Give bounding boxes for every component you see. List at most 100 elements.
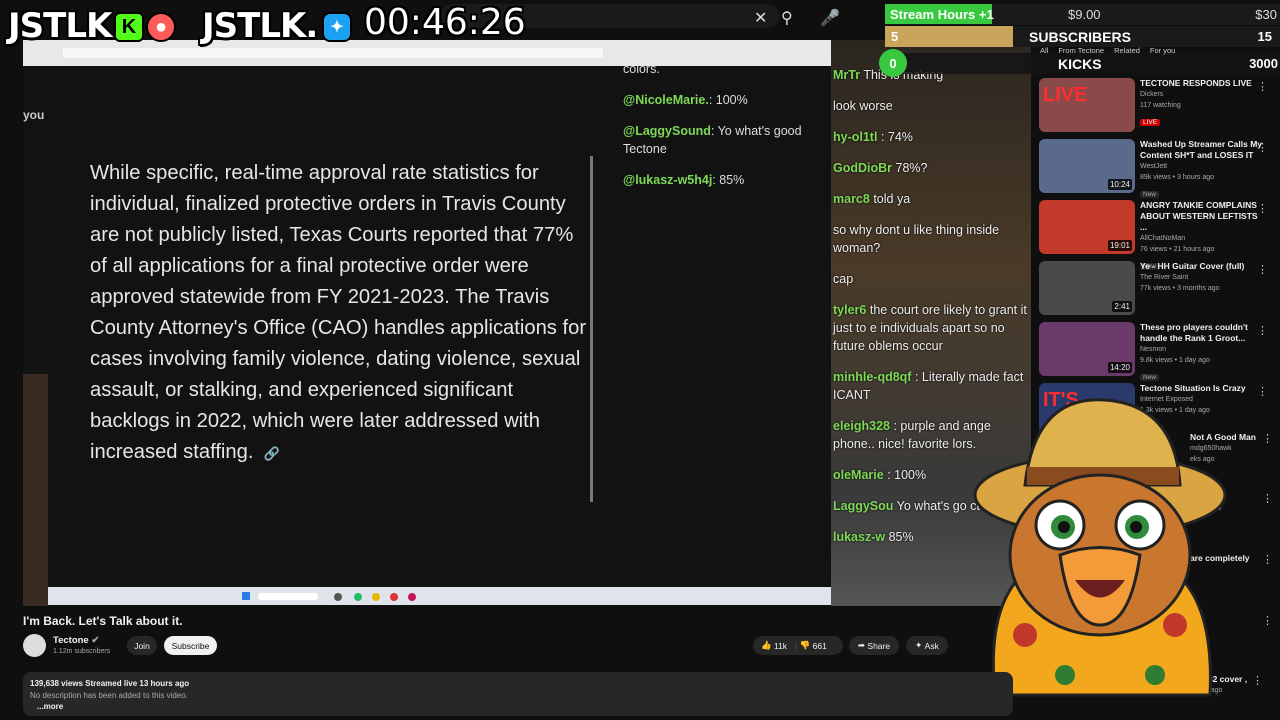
chat-overlay-message: look worse <box>833 97 1029 115</box>
chat-text: : 85% <box>712 173 745 187</box>
recommendation-title: ANGRY TANKIE COMPLAINS ABOUT WESTERN LEF… <box>1140 200 1258 232</box>
video-thumbnail[interactable]: 2:41 <box>1039 261 1135 315</box>
chat-overlay-message: GodDioBr 78%? <box>833 159 1029 177</box>
thumbs-up-icon[interactable]: 👍 <box>761 640 772 651</box>
video-thumbnail[interactable]: 19:01 <box>1039 200 1135 254</box>
side-chat-message: @LaggySound: Yo what's good Tectone <box>623 122 823 158</box>
recommendation-item[interactable]: 10:24 Washed Up Streamer Calls My Content… <box>1039 139 1280 200</box>
side-chat-message: @NicoleMarie.: 100% <box>623 91 823 109</box>
subs-goal: 15 <box>1257 29 1272 44</box>
channel-subscribers: 1.12m subscribers <box>53 648 111 655</box>
share-icon: ➦ <box>857 640 866 650</box>
recommendation-channel: The River Saint <box>1140 274 1189 281</box>
share-button[interactable]: ➦ Share <box>849 636 899 655</box>
thumbs-down-icon[interactable]: 👎 <box>800 640 811 651</box>
recommendation-title: These pro players couldn't handle the Ra… <box>1140 322 1248 343</box>
filter-chip[interactable]: From Tectone <box>1058 46 1104 55</box>
chat-username: @NicoleMarie. <box>623 93 709 107</box>
recommendation-info: TECTONE RESPONDS LIVE Dickers 117 watching… <box>1140 78 1265 139</box>
recommendation-title: Ye - HH Guitar Cover (full) <box>1140 261 1245 271</box>
recommendation-filters: All From Tectone Related For you <box>1040 46 1175 55</box>
filter-chip[interactable]: All <box>1040 46 1048 55</box>
mic-icon[interactable]: 🎤 <box>820 8 840 28</box>
recommendation-item[interactable]: LIVE TECTONE RESPONDS LIVE Dickers 117 watc… <box>1039 78 1280 139</box>
video-duration: 2:41 <box>1112 301 1132 312</box>
show-more-link[interactable]: ...more <box>37 701 1006 713</box>
kicks-count: 0 <box>879 49 907 77</box>
twitter-icon: ✦ <box>322 12 352 42</box>
description-text: No description has been added to this vi… <box>30 690 188 700</box>
video-player[interactable]: you While specific, real-time approval r… <box>23 40 831 606</box>
subscribe-button[interactable]: Subscribe <box>164 636 217 655</box>
chat-text: colors. <box>623 62 660 76</box>
chat-username: GodDioBr <box>833 161 893 175</box>
price-mid: $9.00 <box>1068 7 1101 22</box>
recommendation-info: These pro players couldn't handle the Ra… <box>1140 322 1265 383</box>
recommendation-meta: 77k views • 3 months ago <box>1140 285 1220 292</box>
chat-text: told ya <box>873 192 911 206</box>
verified-icon: ✔ <box>91 635 100 646</box>
video-thumbnail[interactable]: LIVE <box>1039 78 1135 132</box>
more-options-icon[interactable]: ⋮ <box>1252 674 1263 687</box>
join-button[interactable]: Join <box>127 636 157 655</box>
video-thumbnail[interactable]: 14:20 <box>1039 322 1135 376</box>
like-count: 11k <box>773 640 788 651</box>
subscribers-goal: 5 SUBSCRIBERS 15 <box>885 26 1280 47</box>
chat-username: eleigh328 <box>833 419 890 433</box>
chat-overlay-message: so why dont u like thing inside woman? <box>833 221 1029 257</box>
filter-chip[interactable]: Related <box>1114 46 1140 55</box>
video-description[interactable]: 139,638 views Streamed live 13 hours ago… <box>23 672 1013 716</box>
recommendation-item[interactable]: 2:41 Ye - HH Guitar Cover (full) The River… <box>1039 261 1280 322</box>
kick-badge: K <box>114 12 144 42</box>
more-options-icon[interactable]: ⋮ <box>1257 324 1268 337</box>
recommendation-badge: LIVE <box>1140 119 1161 126</box>
chat-username: @lukasz-w5h4j <box>623 173 713 187</box>
more-options-icon[interactable]: ⋮ <box>1262 432 1273 445</box>
chat-overlay-message: marc8 told ya <box>833 190 1029 208</box>
chat-text: : 100% <box>708 93 748 107</box>
channel-avatar[interactable] <box>23 634 46 657</box>
ask-button[interactable]: ✦ Ask <box>906 636 948 655</box>
chat-text: look worse <box>833 99 893 113</box>
chat-username: marc8 <box>833 192 870 206</box>
more-options-icon[interactable]: ⋮ <box>1262 614 1273 627</box>
video-side-chat: colors. @NicoleMarie.: 100% @LaggySound: Y… <box>623 60 823 202</box>
subs-label: SUBSCRIBERS <box>1029 28 1131 45</box>
recommendation-info: Ye - HH Guitar Cover (full) The River Sai… <box>1140 261 1265 322</box>
recommendation-meta: 89k views • 3 hours ago <box>1140 174 1215 181</box>
chat-username: tyler6 <box>833 303 867 317</box>
recommendation-channel: Dickers <box>1140 91 1164 98</box>
recommendation-info: ANGRY TANKIE COMPLAINS ABOUT WESTERN LEF… <box>1140 200 1265 270</box>
more-options-icon[interactable]: ⋮ <box>1257 80 1268 93</box>
recommendation-title: TECTONE RESPONDS LIVE <box>1140 78 1252 88</box>
recommendation-item[interactable]: 19:01 ANGRY TANKIE COMPLAINS ABOUT WESTER… <box>1039 200 1280 270</box>
dislike-count: 661 <box>812 640 827 651</box>
more-options-icon[interactable]: ⋮ <box>1257 202 1268 215</box>
video-duration: 19:01 <box>1107 240 1132 251</box>
like-dislike-group[interactable]: 👍 11k | 👎 661 <box>753 636 843 655</box>
more-options-icon[interactable]: ⋮ <box>1262 492 1273 505</box>
search-icon[interactable]: ⚲ <box>781 8 793 28</box>
chat-text: cap <box>833 272 854 286</box>
side-chat-message: colors. <box>623 60 823 78</box>
more-options-icon[interactable]: ⋮ <box>1257 141 1268 154</box>
more-options-icon[interactable]: ⋮ <box>1257 263 1268 276</box>
recommendation-info: Washed Up Streamer Calls My Content SH*T… <box>1140 139 1265 200</box>
close-icon[interactable]: ✕ <box>754 8 767 28</box>
recommendation-item[interactable]: 14:20 These pro players couldn't handle t… <box>1039 322 1280 383</box>
chat-username: MrTr <box>833 68 861 82</box>
chat-username: lukasz-w <box>833 530 886 544</box>
video-thumbnail[interactable]: 10:24 <box>1039 139 1135 193</box>
link-icon[interactable]: 🔗 <box>263 438 279 469</box>
view-stats: 139,638 views Streamed live 13 hours ago <box>30 679 190 688</box>
answer-scrollbar[interactable] <box>590 156 593 502</box>
chat-username: LaggySou <box>833 499 894 513</box>
recommendation-badge: New <box>1140 191 1160 198</box>
chat-username: oleMarie <box>833 468 884 482</box>
filter-chip[interactable]: For you <box>1150 46 1175 55</box>
more-options-icon[interactable]: ⋮ <box>1262 553 1273 566</box>
stream-hours-goal: Stream Hours +1 $9.00 $30 <box>885 4 1280 25</box>
channel-name[interactable]: Tectone ✔ <box>53 635 99 646</box>
more-options-icon[interactable]: ⋮ <box>1257 385 1268 398</box>
sparkle-icon: ✦ <box>915 640 923 650</box>
